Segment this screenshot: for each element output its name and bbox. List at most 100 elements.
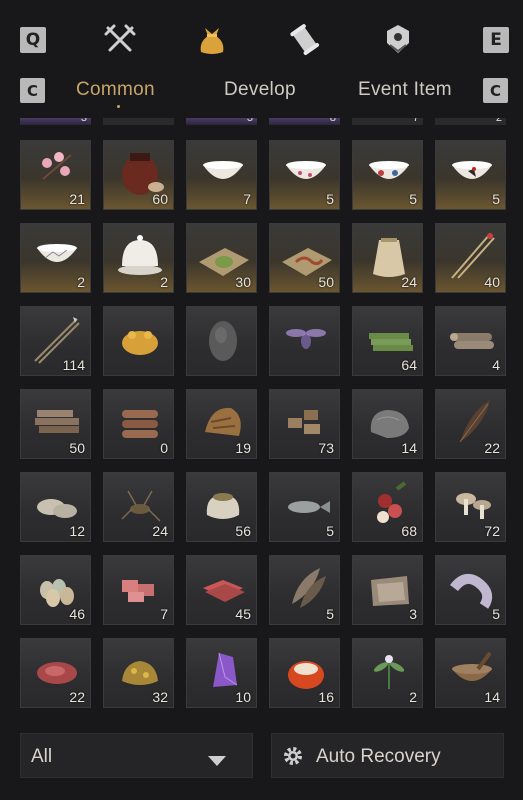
item-quantity: 72 [484, 523, 500, 539]
item-slot-oyster-shells[interactable]: 12 [20, 472, 91, 542]
item-slot-herb-plant[interactable]: 2 [352, 638, 423, 708]
item-quantity: 5 [326, 191, 334, 207]
item-slot-purple-insect[interactable] [269, 306, 340, 376]
slot-partial[interactable]: 2 [435, 118, 506, 125]
item-slot-porcelain-bowl[interactable]: 7 [186, 140, 257, 210]
tab-event-item[interactable]: Event Item [358, 79, 452, 101]
item-quantity: 5 [492, 606, 500, 622]
slot-partial[interactable]: 8 [269, 118, 340, 125]
caret-down-icon [208, 753, 226, 771]
item-slot-lumber-stack[interactable]: 0 [103, 389, 174, 459]
item-quantity: 7 [160, 606, 168, 622]
item-quantity: 14 [484, 689, 500, 705]
item-slot-red-jade[interactable]: 16 [269, 638, 340, 708]
item-quantity: 45 [235, 606, 251, 622]
inventory-grid[interactable]: 3 3 8 7 2 21 60 7 5 5 5 2 2 30 50 24 40 114 64 4 50 0 19 7… [20, 118, 508, 718]
item-slot-earthworm-paper[interactable]: 50 [269, 223, 340, 293]
item-slot-animal-pelt[interactable]: 3 [352, 555, 423, 625]
item-slot-lychee[interactable]: 68 [352, 472, 423, 542]
item-quantity: 2 [77, 274, 85, 290]
c-key-hint[interactable]: C [483, 78, 508, 103]
item-slot-wine-jar[interactable]: 60 [103, 140, 174, 210]
slot-partial[interactable]: 3 [186, 118, 257, 125]
item-quantity: 56 [235, 523, 251, 539]
item-slot-fish[interactable]: 5 [269, 472, 340, 542]
item-slot-covered-bowl[interactable]: 2 [103, 223, 174, 293]
item-quantity: 60 [152, 191, 168, 207]
item-quantity: 50 [318, 274, 334, 290]
item-slot-painted-bowl[interactable]: 5 [352, 140, 423, 210]
bag-icon[interactable] [190, 18, 234, 62]
item-quantity: 68 [401, 523, 417, 539]
item-quantity: 24 [152, 523, 168, 539]
auto-recovery-label: Auto Recovery [316, 746, 441, 767]
purple-insect-icon [270, 307, 341, 367]
auto-recovery-button[interactable]: Auto Recovery [271, 733, 504, 778]
item-slot-green-powder[interactable]: 30 [186, 223, 257, 293]
item-slot-spear-arrows[interactable]: 114 [20, 306, 91, 376]
item-slot-snake-skin[interactable]: 5 [435, 555, 506, 625]
weapons-icon[interactable] [98, 18, 142, 62]
item-slot-pork-cuts[interactable]: 7 [103, 555, 174, 625]
item-slot-dark-stone[interactable] [186, 306, 257, 376]
item-slot-landscape-bowl[interactable]: 2 [20, 223, 91, 293]
item-quantity: 5 [326, 606, 334, 622]
item-quantity: 24 [401, 274, 417, 290]
slot-partial[interactable]: 3 [20, 118, 91, 125]
item-quantity: 4 [492, 357, 500, 373]
item-quantity: 22 [69, 689, 85, 705]
item-quantity: 0 [160, 440, 168, 456]
item-slot-firewood[interactable]: 50 [20, 389, 91, 459]
item-quantity: 40 [484, 274, 500, 290]
item-slot-cloth-sack[interactable]: 24 [352, 223, 423, 293]
item-slot-log-pile[interactable]: 4 [435, 306, 506, 376]
item-slot-beef-steak[interactable]: 22 [20, 638, 91, 708]
slot-partial[interactable] [103, 118, 174, 125]
item-quantity: 64 [401, 357, 417, 373]
item-slot-gold-ore[interactable]: 32 [103, 638, 174, 708]
badge-icon[interactable] [376, 18, 420, 62]
item-slot-grey-rock[interactable]: 14 [352, 389, 423, 459]
item-slot-mushrooms[interactable]: 72 [435, 472, 506, 542]
filter-dropdown[interactable]: All [20, 733, 253, 778]
item-slot-floral-bowl[interactable]: 5 [269, 140, 340, 210]
item-quantity: 16 [318, 689, 334, 705]
z-key-hint[interactable]: C [20, 78, 45, 103]
item-quantity: 73 [318, 440, 334, 456]
item-slot-feather[interactable]: 22 [435, 389, 506, 459]
item-quantity: 12 [69, 523, 85, 539]
item-quantity: 5 [409, 191, 417, 207]
bottom-bar: All Auto Recovery [0, 733, 523, 783]
item-slot-rooster-bowl[interactable]: 5 [435, 140, 506, 210]
e-key-hint[interactable]: E [483, 27, 509, 53]
gear-icon [282, 745, 304, 772]
item-slot-amethyst[interactable]: 10 [186, 638, 257, 708]
item-quantity: 32 [152, 689, 168, 705]
item-quantity: 21 [69, 191, 85, 207]
item-slot-plum-blossom[interactable]: 21 [20, 140, 91, 210]
q-key-hint[interactable]: Q [20, 27, 46, 53]
item-slot-cricket[interactable]: 24 [103, 472, 174, 542]
scroll-icon[interactable] [283, 18, 327, 62]
item-slot-bamboo-bundle[interactable]: 64 [352, 306, 423, 376]
item-quantity: 5 [492, 191, 500, 207]
tab-common[interactable]: Common [76, 79, 155, 101]
slot-partial[interactable]: 7 [352, 118, 423, 125]
category-bar: Q E [0, 0, 523, 78]
item-slot-eggs[interactable]: 46 [20, 555, 91, 625]
item-slot-grain-sack[interactable]: 56 [186, 472, 257, 542]
item-slot-raw-meat[interactable]: 45 [186, 555, 257, 625]
active-tab-indicator [117, 105, 120, 108]
item-slot-wood-chunks[interactable]: 73 [269, 389, 340, 459]
tab-develop[interactable]: Develop [224, 79, 296, 101]
item-slot-golden-toad[interactable] [103, 306, 174, 376]
item-slot-arrows[interactable]: 40 [435, 223, 506, 293]
item-slot-tree-bark[interactable]: 19 [186, 389, 257, 459]
golden-toad-icon [104, 307, 175, 367]
item-quantity: 114 [62, 357, 85, 373]
item-slot-quill-feathers[interactable]: 5 [269, 555, 340, 625]
item-quantity: 19 [235, 440, 251, 456]
item-quantity: 7 [243, 191, 251, 207]
filter-value: All [31, 746, 53, 767]
item-slot-mortar-bowl[interactable]: 14 [435, 638, 506, 708]
